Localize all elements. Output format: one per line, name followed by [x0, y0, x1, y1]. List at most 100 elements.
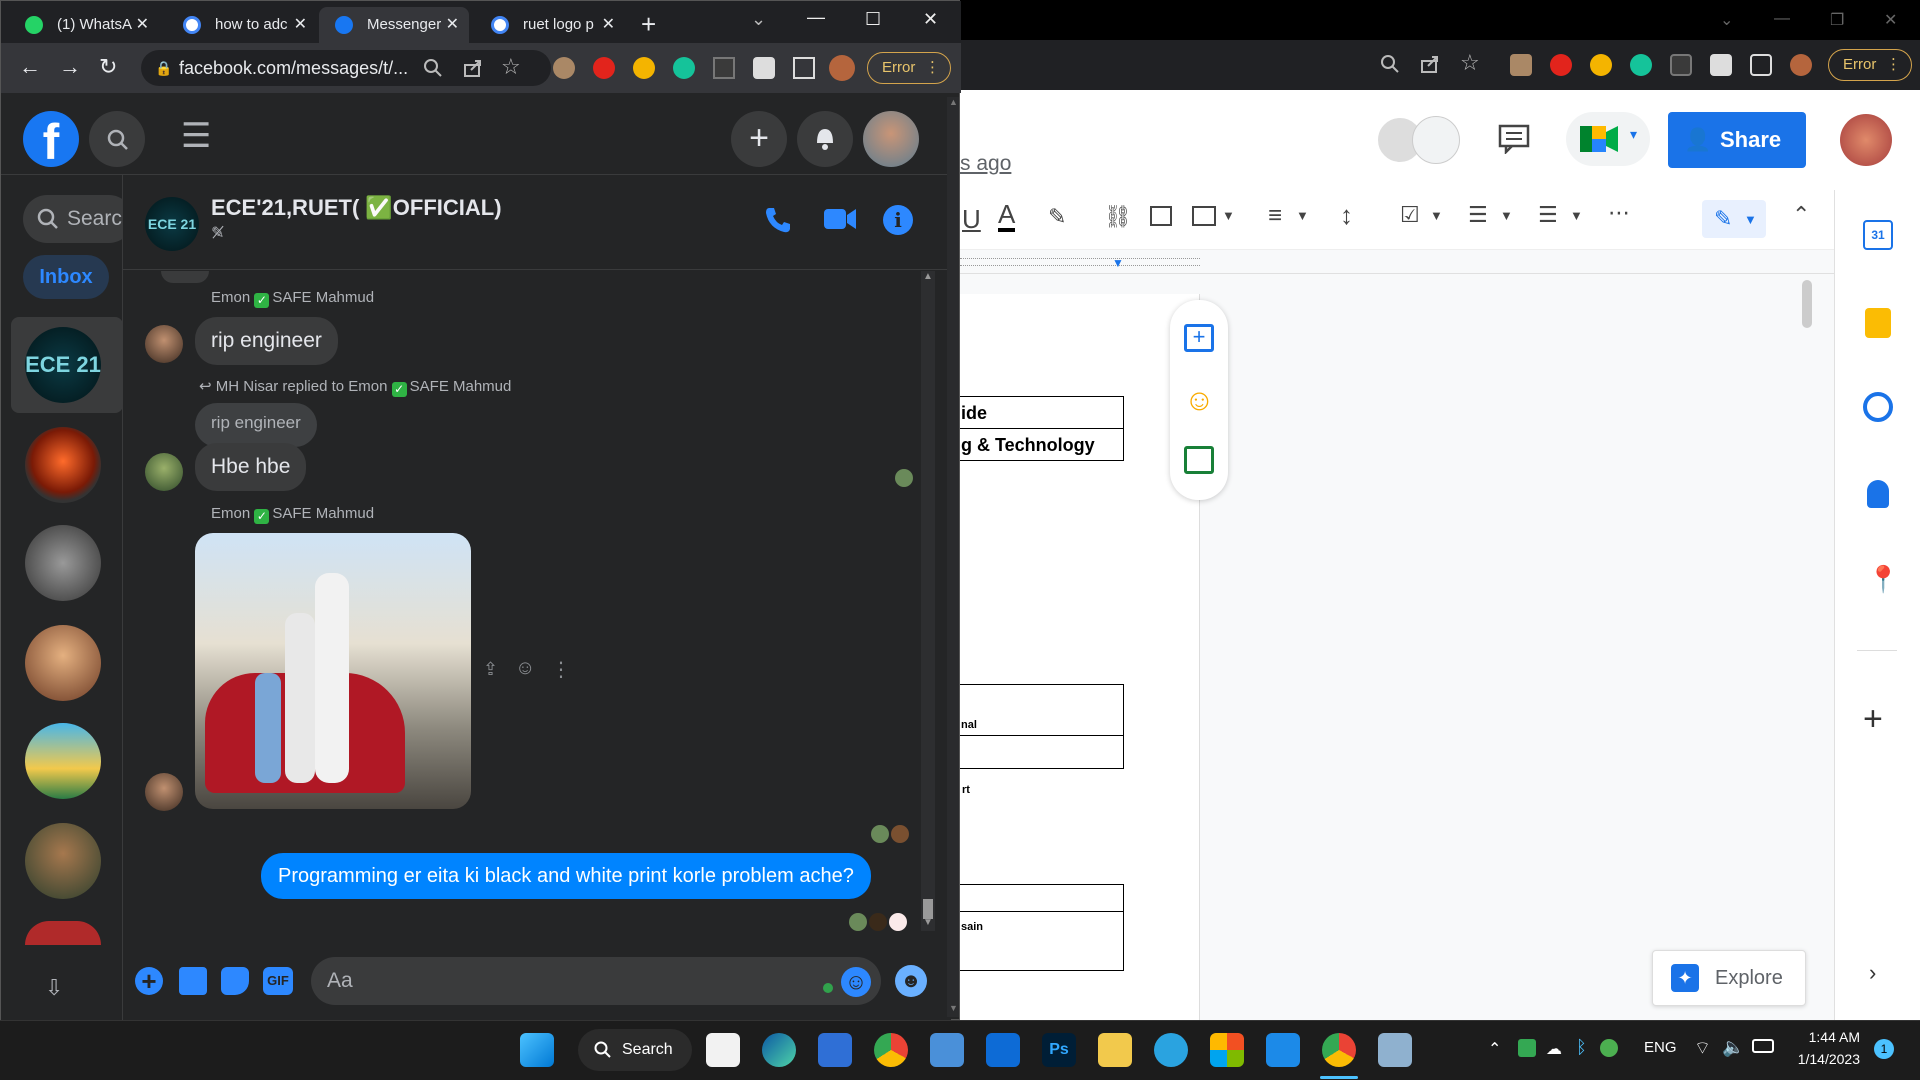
calendar-icon[interactable]: 31: [1863, 220, 1893, 250]
info-icon[interactable]: i: [883, 205, 913, 235]
chat-item-avatar[interactable]: [25, 525, 101, 601]
more-icon[interactable]: ⋮: [551, 657, 571, 682]
store-icon[interactable]: [818, 1033, 852, 1067]
chat-search-input[interactable]: Search: [23, 195, 133, 243]
clock-date[interactable]: 1/14/2023: [1796, 1051, 1860, 1067]
sender-avatar[interactable]: [145, 325, 183, 363]
underline-icon[interactable]: U: [962, 204, 981, 235]
notepad-icon[interactable]: [930, 1033, 964, 1067]
clock-time[interactable]: 1:44 AM: [1800, 1029, 1860, 1045]
zoom-icon[interactable]: [1380, 54, 1400, 74]
chat-title[interactable]: ECE'21,RUET( ✅OFFICIAL): [211, 195, 502, 221]
editing-mode-button[interactable]: ✎ ▼: [1702, 200, 1766, 238]
chevron-down-icon[interactable]: ▼: [1500, 208, 1513, 223]
phone-icon[interactable]: [763, 205, 793, 235]
share-page-icon[interactable]: [463, 58, 483, 78]
chevron-right-icon[interactable]: ›: [1869, 960, 1876, 986]
suggest-edit-icon[interactable]: [1184, 446, 1214, 474]
battery-icon[interactable]: [1752, 1039, 1774, 1053]
chat-item-avatar[interactable]: [25, 625, 101, 701]
chrome-profile-icon[interactable]: [1322, 1033, 1356, 1067]
grammarly-icon[interactable]: [673, 57, 695, 79]
tab-whatsapp[interactable]: (1) WhatsA ✕: [9, 7, 159, 43]
notifications-button[interactable]: [797, 111, 853, 167]
close-icon[interactable]: ✕: [1884, 10, 1897, 30]
share-page-icon[interactable]: [1420, 54, 1440, 74]
extension-icon[interactable]: [1510, 54, 1532, 76]
sticker-icon[interactable]: [221, 967, 249, 995]
chevron-down-icon[interactable]: ▼: [1222, 208, 1235, 223]
tray-icon[interactable]: [1518, 1039, 1536, 1057]
add-comment-icon[interactable]: [1150, 206, 1172, 226]
start-icon[interactable]: [520, 1033, 554, 1067]
taskbar-search[interactable]: Search: [578, 1029, 692, 1071]
chevron-down-icon[interactable]: ⌄: [1720, 10, 1733, 30]
keep-icon[interactable]: [1865, 308, 1891, 338]
my-message-bubble[interactable]: Programming er eita ki black and white p…: [261, 853, 871, 899]
maximize-icon[interactable]: ☐: [865, 9, 881, 30]
extension-icon[interactable]: [1550, 54, 1572, 76]
bookmark-star-icon[interactable]: ☆: [501, 54, 521, 80]
facebook-logo-icon[interactable]: f: [23, 111, 79, 170]
extension-icon[interactable]: [1670, 54, 1692, 76]
chat-item-avatar[interactable]: [25, 723, 101, 799]
explore-button[interactable]: ✦ Explore: [1652, 950, 1806, 1006]
chevron-up-icon[interactable]: ⌃: [1488, 1039, 1501, 1059]
photo-attachment[interactable]: [195, 533, 471, 809]
app-icon[interactable]: [1210, 1033, 1244, 1067]
bullet-list-icon[interactable]: ☰: [1468, 202, 1488, 228]
contacts-icon[interactable]: [1867, 480, 1889, 508]
table-cell[interactable]: g & Technology: [958, 428, 1124, 461]
message-bubble[interactable]: Hbe hbe: [195, 443, 307, 491]
link-icon[interactable]: ⛓: [1104, 204, 1132, 230]
wifi-icon[interactable]: ⌔: [1694, 1037, 1711, 1060]
numbered-list-icon[interactable]: ☰: [1538, 202, 1558, 228]
page-scrollbar[interactable]: ▲ ▼: [947, 97, 959, 1017]
chat-item-avatar[interactable]: [25, 427, 101, 503]
app-icon[interactable]: [706, 1033, 740, 1067]
emoji-icon[interactable]: ☺: [841, 967, 871, 997]
emoji-icon[interactable]: ☺: [1184, 384, 1215, 418]
quick-reaction-icon[interactable]: ☻: [895, 965, 927, 997]
tray-icon[interactable]: [1600, 1039, 1618, 1057]
sidebar-icon[interactable]: [793, 57, 815, 79]
puzzle-icon[interactable]: [753, 57, 775, 79]
file-explorer-icon[interactable]: [1098, 1033, 1132, 1067]
text-color-icon[interactable]: A: [998, 200, 1016, 232]
table-cell[interactable]: [958, 884, 1124, 912]
back-icon[interactable]: ←: [19, 54, 41, 80]
photoshop-icon[interactable]: Ps: [1042, 1033, 1076, 1067]
profile-avatar[interactable]: [829, 55, 855, 81]
chevron-down-icon[interactable]: ▼: [1296, 208, 1309, 223]
last-edit-link[interactable]: s ago: [960, 152, 1011, 176]
table-cell[interactable]: ide: [958, 396, 1124, 429]
quoted-message[interactable]: rip engineer: [195, 403, 317, 447]
volume-icon[interactable]: 🔈: [1722, 1037, 1744, 1058]
sender-avatar[interactable]: [145, 453, 183, 491]
puzzle-icon[interactable]: [1710, 54, 1732, 76]
chevron-down-icon[interactable]: ▼: [1430, 208, 1443, 223]
table-cell[interactable]: nal: [958, 684, 1124, 736]
close-tab-icon[interactable]: ✕: [294, 7, 307, 43]
group-avatar[interactable]: ECE 21: [145, 197, 199, 251]
message-scrollbar[interactable]: ▲ ▼: [921, 271, 935, 931]
vscode-icon[interactable]: [1266, 1033, 1300, 1067]
comments-icon[interactable]: [1498, 124, 1532, 154]
chat-item-avatar[interactable]: [25, 921, 101, 945]
zoom-icon[interactable]: [423, 58, 443, 78]
reload-icon[interactable]: ↻: [99, 54, 117, 80]
minimize-icon[interactable]: —: [807, 7, 825, 28]
highlight-icon[interactable]: ✎: [1048, 204, 1066, 230]
new-tab-icon[interactable]: +: [641, 9, 656, 40]
maps-icon[interactable]: 📍: [1867, 564, 1899, 595]
inbox-tab[interactable]: Inbox: [23, 255, 109, 299]
table-cell[interactable]: sain: [958, 911, 1124, 971]
add-addon-icon[interactable]: +: [1863, 700, 1883, 739]
insert-image-icon[interactable]: [1192, 206, 1216, 226]
extension-icon[interactable]: [593, 57, 615, 79]
language-indicator[interactable]: ENG: [1644, 1039, 1677, 1056]
more-options-icon[interactable]: ⋯: [1608, 200, 1630, 226]
bookmark-star-icon[interactable]: ☆: [1460, 50, 1480, 76]
video-call-icon[interactable]: [823, 205, 857, 233]
telegram-icon[interactable]: [1154, 1033, 1188, 1067]
